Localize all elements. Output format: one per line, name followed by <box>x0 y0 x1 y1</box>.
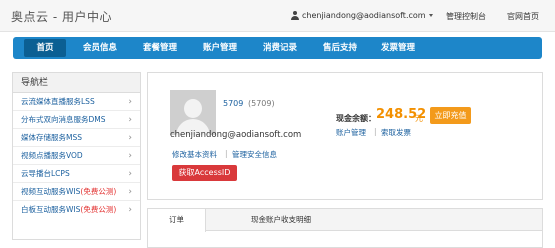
get-access-id-button[interactable]: 获取AccessID <box>172 165 237 181</box>
free-beta-tag: (免费公测) <box>80 187 117 196</box>
invoice-request-link[interactable]: 索取发票 <box>381 127 411 138</box>
avatar <box>170 90 216 135</box>
sidebar-item-vod[interactable]: 视频点播服务VOD › <box>13 147 140 165</box>
chevron-right-icon: › <box>128 205 132 215</box>
balance-unit: 元 <box>415 114 423 123</box>
console-link[interactable]: 管理控制台 <box>446 11 486 22</box>
nav-invoice[interactable]: 发票管理 <box>377 37 419 59</box>
sidebar-item-lss[interactable]: 云流媒体直播服务LSS › <box>13 93 140 111</box>
nav-account[interactable]: 账户管理 <box>199 37 241 59</box>
balance-label: 现金余额： <box>336 114 376 123</box>
link-divider: | <box>374 127 377 136</box>
chevron-right-icon: › <box>128 169 132 179</box>
sidebar-item-label: 云流媒体直播服务LSS <box>21 97 95 106</box>
tab-bar: 订单 现金账户收支明细 <box>148 209 542 232</box>
recharge-button[interactable]: 立即充值 <box>430 107 471 124</box>
chevron-right-icon: › <box>128 97 132 107</box>
records-panel: 订单 现金账户收支明细 <box>147 208 543 248</box>
main-nav: 首页 会员信息 套餐管理 账户管理 消费记录 售后支持 发票管理 <box>13 37 542 59</box>
sidebar-item-label: 视频互动服务WIS <box>21 187 81 196</box>
sidebar-item-label: 视频点播服务VOD <box>21 151 83 160</box>
brand-title: 奥点云 - 用户中心 <box>11 10 112 24</box>
tab-cash-account-details[interactable]: 现金账户收支明细 <box>226 209 336 231</box>
sidebar-item-label: 媒体存储服务MSS <box>21 133 82 142</box>
user-icon <box>290 11 299 20</box>
sidebar-title: 导航栏 <box>13 73 140 93</box>
top-header: 奥点云 - 用户中心 chenjiandong@aodiansoft.com 管… <box>0 0 555 32</box>
sidebar-item-dms[interactable]: 分布式双向消息服务DMS › <box>13 111 140 129</box>
home-link[interactable]: 官网首页 <box>507 11 539 22</box>
account-email: chenjiandong@aodiansoft.com <box>170 130 302 140</box>
nav-consumption[interactable]: 消费记录 <box>259 37 301 59</box>
nav-home[interactable]: 首页 <box>24 39 66 57</box>
edit-profile-link[interactable]: 修改基本资料 <box>172 149 217 160</box>
chevron-right-icon: › <box>128 133 132 143</box>
user-email: chenjiandong@aodiansoft.com <box>302 11 426 20</box>
sidebar: 导航栏 云流媒体直播服务LSS › 分布式双向消息服务DMS › 媒体存储服务M… <box>12 72 141 240</box>
free-beta-tag: (免费公测) <box>80 205 117 214</box>
sidebar-item-lcps[interactable]: 云导播台LCPS › <box>13 165 140 183</box>
chevron-right-icon: › <box>128 151 132 161</box>
chevron-down-icon <box>428 14 433 17</box>
link-divider: | <box>225 149 228 158</box>
chevron-right-icon: › <box>128 115 132 125</box>
avatar-head <box>184 99 202 118</box>
user-id-secondary: (5709) <box>248 99 275 108</box>
nav-member-info[interactable]: 会员信息 <box>79 37 121 59</box>
sidebar-item-video-wis[interactable]: 视频互动服务WIS(免费公测) › <box>13 183 140 201</box>
sidebar-item-label: 分布式双向消息服务DMS <box>21 115 106 124</box>
sidebar-item-whiteboard-wis[interactable]: 白板互动服务WIS(免费公测) › <box>13 201 140 219</box>
user-id-link[interactable]: 5709 <box>223 99 243 108</box>
account-card: 5709 (5709) chenjiandong@aodiansoft.com … <box>147 72 543 200</box>
chevron-right-icon: › <box>128 187 132 197</box>
tab-orders[interactable]: 订单 <box>148 209 206 232</box>
sidebar-item-label: 云导播台LCPS <box>21 169 70 178</box>
user-menu[interactable]: chenjiandong@aodiansoft.com <box>290 11 433 20</box>
sidebar-item-mss[interactable]: 媒体存储服务MSS › <box>13 129 140 147</box>
security-info-link[interactable]: 管理安全信息 <box>232 149 277 160</box>
nav-support[interactable]: 售后支持 <box>319 37 361 59</box>
account-manage-link[interactable]: 账户管理 <box>336 127 366 138</box>
nav-package[interactable]: 套餐管理 <box>139 37 181 59</box>
sidebar-item-label: 白板互动服务WIS <box>21 205 81 214</box>
